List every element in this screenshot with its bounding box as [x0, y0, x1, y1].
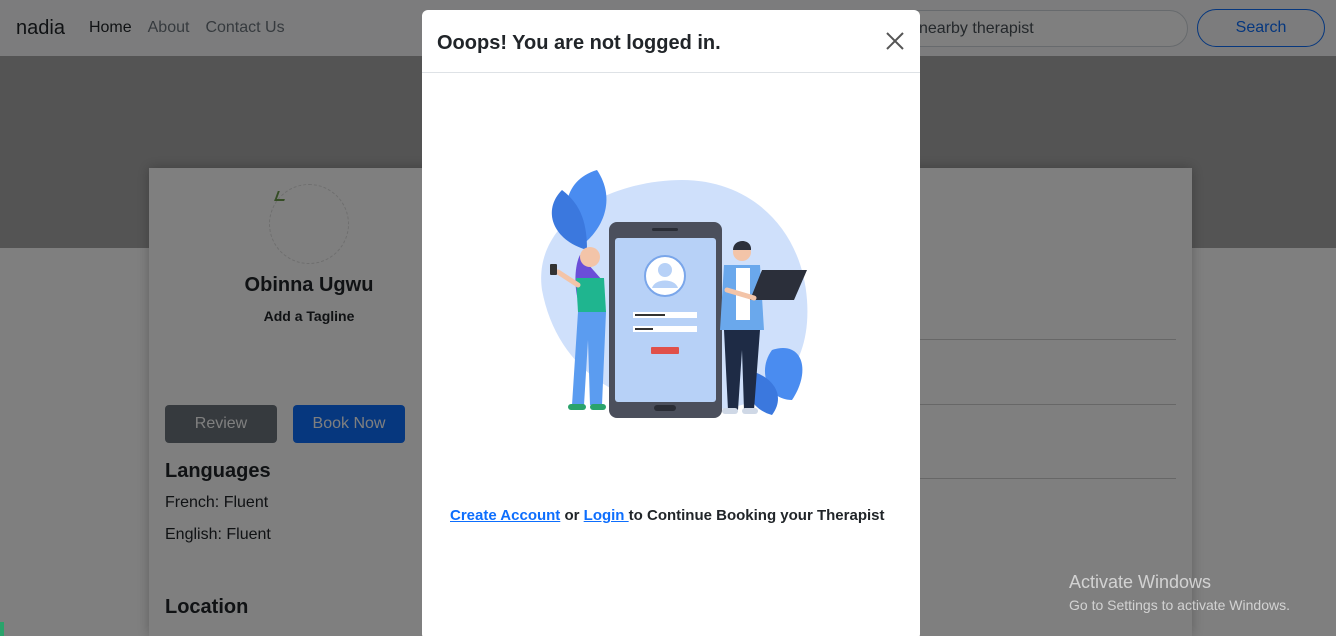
taskbar-edge	[0, 622, 4, 636]
login-required-modal: Ooops! You are not logged in. Create Acc…	[422, 10, 920, 636]
windows-activation-watermark: Activate Windows Go to Settings to activ…	[1069, 572, 1290, 613]
login-prompt-message: Create Account or Login to Continue Book…	[450, 507, 900, 524]
create-account-link[interactable]: Create Account	[450, 507, 560, 524]
woman-phone	[550, 264, 557, 275]
man-shoe	[742, 408, 758, 414]
woman-head	[580, 247, 600, 267]
watermark-title: Activate Windows	[1069, 572, 1212, 592]
man-shoe	[722, 408, 738, 414]
woman-shirt	[576, 278, 606, 312]
watermark-subtitle: Go to Settings to activate Windows.	[1069, 597, 1290, 613]
continue-text: to Continue Booking your Therapist	[628, 507, 885, 524]
user-avatar-icon-head	[658, 263, 672, 277]
woman-shoe	[568, 404, 586, 410]
phone-speaker	[652, 228, 678, 231]
modal-title: Ooops! You are not logged in.	[437, 32, 721, 54]
login-illustration	[541, 170, 808, 418]
close-button[interactable]	[884, 30, 906, 52]
login-link[interactable]: Login	[584, 507, 629, 524]
close-icon	[886, 32, 904, 50]
phone-home-button	[654, 405, 676, 411]
login-button-graphic	[651, 347, 679, 354]
modal-header: Ooops! You are not logged in.	[422, 10, 920, 73]
woman-shoe	[590, 404, 606, 410]
or-text: or	[564, 507, 580, 524]
